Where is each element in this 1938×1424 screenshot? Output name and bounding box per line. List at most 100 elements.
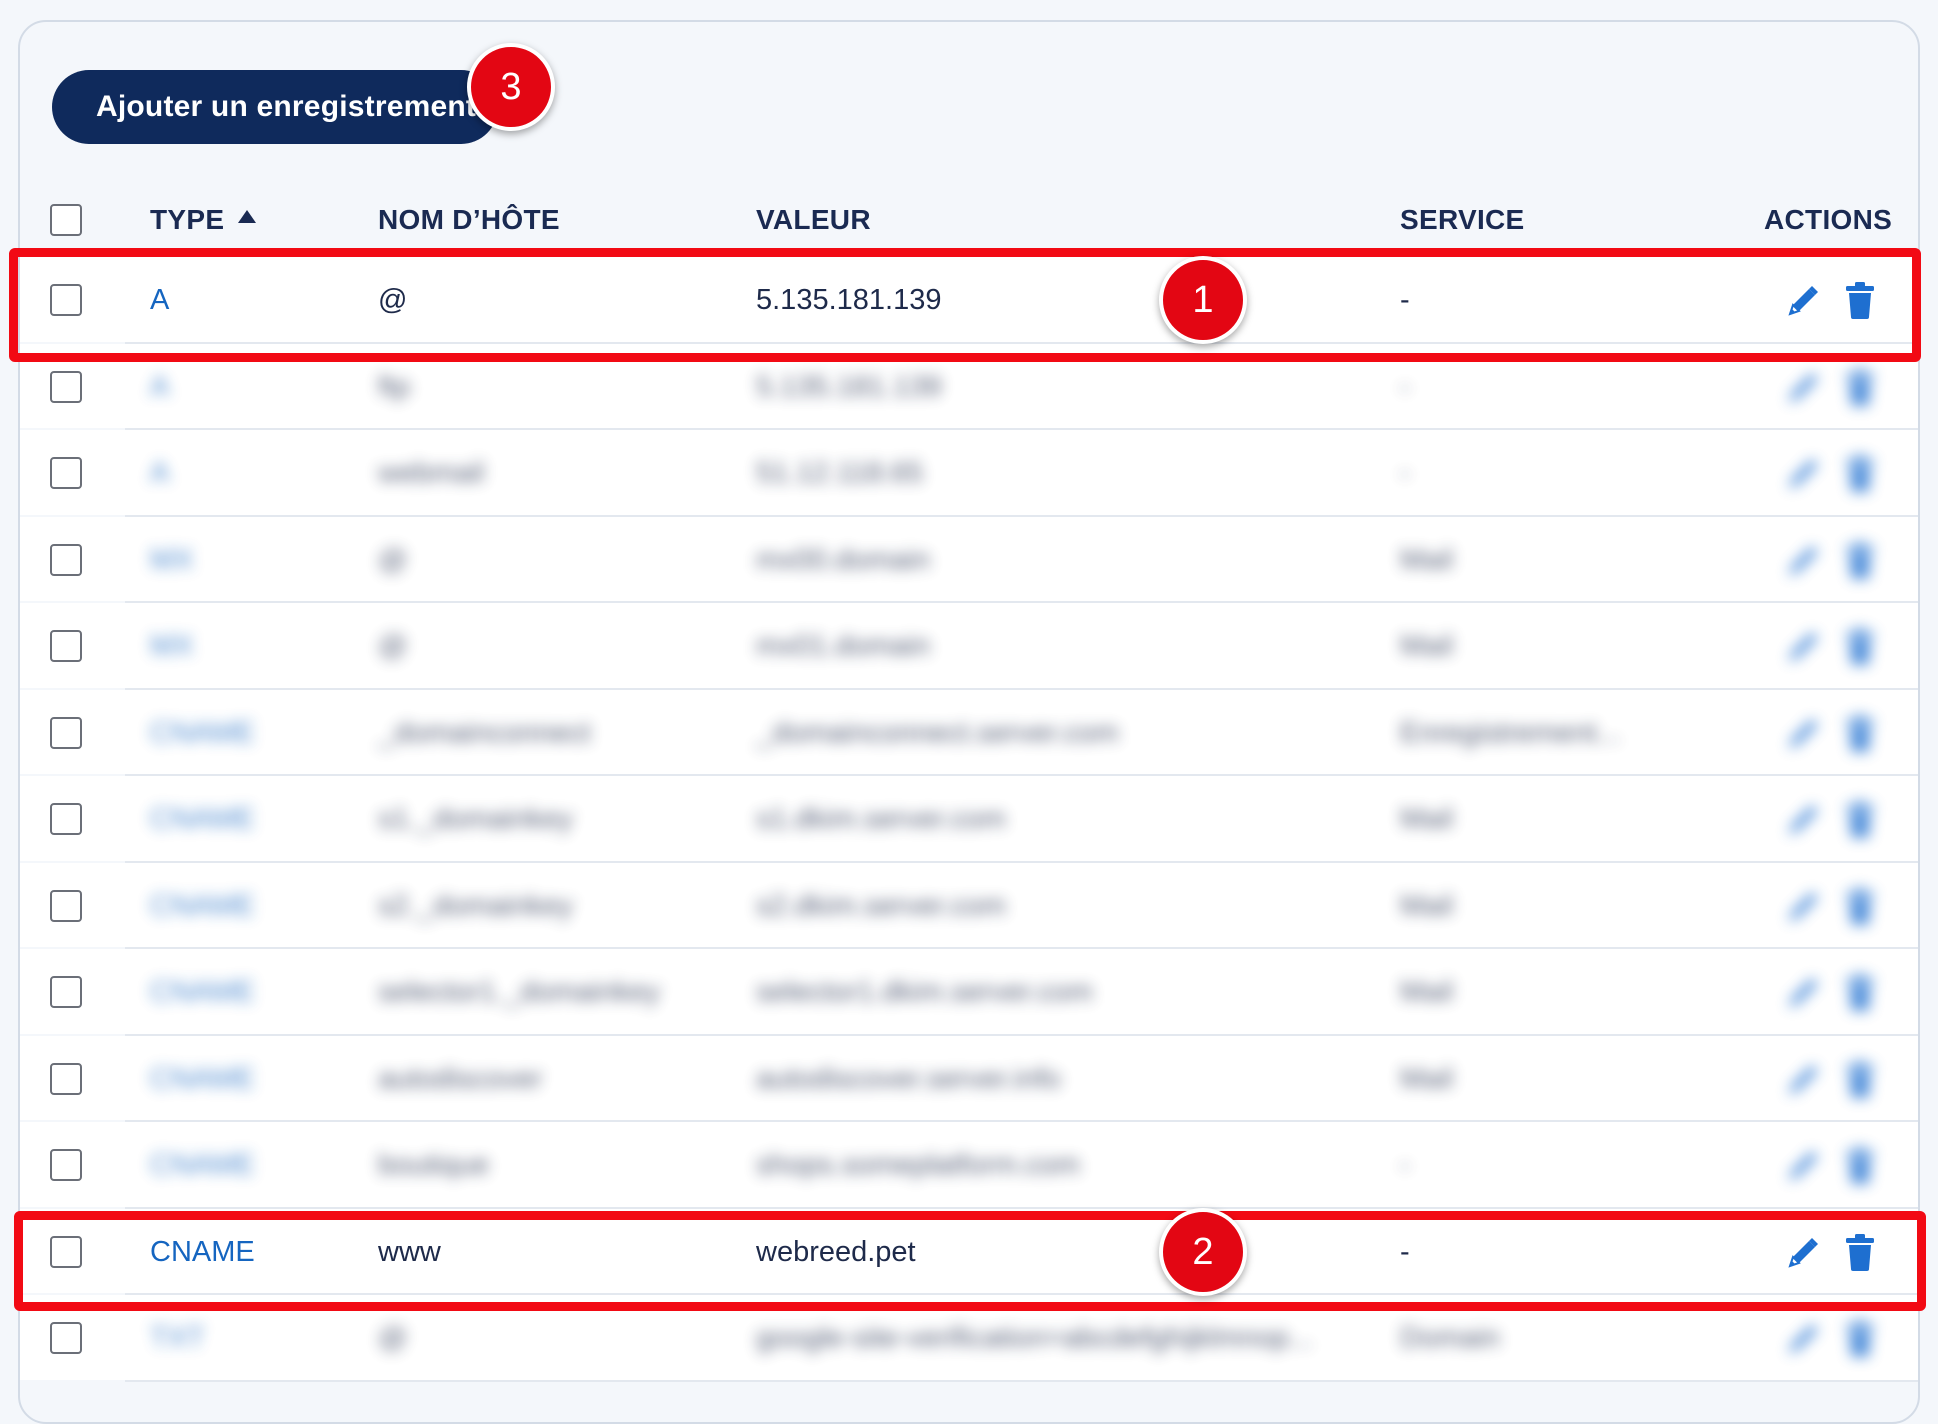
table-row: MX @ mx00.domain Mail [20,516,1918,603]
record-type: A [150,457,170,489]
record-service: Mail [1400,1062,1454,1095]
annotation-badge-1: 1 [1159,256,1247,344]
record-service: Mail [1400,889,1454,922]
row-actions [1784,625,1878,667]
record-type: A [150,370,170,403]
select-all-checkbox[interactable] [50,204,82,236]
record-type: CNAME [150,976,255,1008]
delete-trash-icon[interactable] [1842,1318,1878,1358]
table-row: MX @ mx01.domain Mail [20,603,1918,690]
record-value: 51.12.118.65 [756,457,924,489]
annotation-badge-3: 3 [467,43,555,131]
edit-pencil-icon[interactable] [1784,1059,1820,1099]
row-checkbox[interactable] [50,370,82,403]
edit-pencil-icon[interactable] [1784,367,1820,407]
record-service: Enregistrement... [1400,716,1621,749]
column-type-label: TYPE [150,204,225,235]
table-row: CNAME autodiscover autodiscover.server.inf… [20,1035,1918,1122]
record-type: CNAME [150,889,255,922]
record-host: autodiscover [378,1062,543,1095]
edit-pencil-icon[interactable] [1784,1145,1820,1185]
row-actions [1784,1317,1878,1359]
row-actions [1784,971,1878,1013]
record-service: - [1400,1235,1410,1268]
record-service: Mail [1400,630,1454,662]
column-service: SERVICE [1400,204,1525,235]
row-checkbox[interactable] [50,1322,82,1354]
column-type[interactable]: TYPE [150,204,257,236]
row-divider-gap [20,1379,125,1382]
edit-pencil-icon[interactable] [1784,799,1820,839]
edit-pencil-icon[interactable] [1784,626,1820,666]
row-checkbox[interactable] [50,1235,82,1268]
row-actions [1784,1144,1878,1186]
row-checkbox[interactable] [50,889,82,922]
delete-trash-icon[interactable] [1842,280,1878,320]
record-value: shops.someplatform.com [756,1149,1080,1181]
record-service: Mail [1400,803,1454,835]
edit-pencil-icon[interactable] [1784,540,1820,580]
edit-pencil-icon[interactable] [1784,1232,1820,1272]
record-value: google-site-verification=abcdefghijklmno… [756,1322,1313,1354]
delete-trash-icon[interactable] [1842,886,1878,926]
row-checkbox[interactable] [50,716,82,749]
record-type: TXT [150,1322,205,1354]
row-actions [1784,798,1878,840]
record-host: @ [378,630,408,662]
row-checkbox[interactable] [50,284,82,316]
row-checkbox[interactable] [50,976,82,1008]
sort-ascending-icon [238,210,257,223]
record-service: Mail [1400,543,1454,576]
edit-pencil-icon[interactable] [1784,453,1820,493]
edit-pencil-icon[interactable] [1784,280,1820,320]
row-checkbox[interactable] [50,630,82,662]
record-host: @ [378,284,408,316]
record-host: @ [378,1322,408,1354]
delete-trash-icon[interactable] [1842,367,1878,407]
row-checkbox[interactable] [50,1149,82,1181]
row-actions [1784,452,1878,494]
record-service: - [1400,284,1410,316]
row-checkbox[interactable] [50,457,82,489]
edit-pencil-icon[interactable] [1784,972,1820,1012]
record-host: www [378,1235,441,1268]
row-checkbox[interactable] [50,543,82,576]
edit-pencil-icon[interactable] [1784,886,1820,926]
row-actions [1784,366,1878,408]
table-row: TXT @ google-site-verification=abcdefghijk… [20,1295,1918,1382]
row-actions [1784,539,1878,581]
edit-pencil-icon[interactable] [1784,1318,1820,1358]
row-actions [1784,1231,1878,1273]
row-actions [1784,885,1878,927]
delete-trash-icon[interactable] [1842,1145,1878,1185]
row-checkbox[interactable] [50,803,82,835]
row-checkbox[interactable] [50,1062,82,1095]
delete-trash-icon[interactable] [1842,626,1878,666]
table-row: CNAME selector1._domainkey selector1.dkim.… [20,949,1918,1036]
delete-trash-icon[interactable] [1842,799,1878,839]
record-value: mx01.domain [756,630,931,662]
delete-trash-icon[interactable] [1842,713,1878,753]
delete-trash-icon[interactable] [1842,1059,1878,1099]
table-row: Aftp 5.135.181.139 - [20,343,1918,430]
edit-pencil-icon[interactable] [1784,713,1820,753]
record-host: s2._domainkey [378,889,574,922]
record-service: - [1400,370,1410,403]
delete-trash-icon[interactable] [1842,540,1878,580]
record-type: MX [150,630,194,662]
column-host: NOM D’HÔTE [378,204,560,235]
add-record-button[interactable]: Ajouter un enregistrement [52,70,498,144]
record-type: MX [150,543,194,576]
record-host: boutique [378,1149,490,1181]
record-host: s1._domainkey [378,803,574,835]
record-value: 5.135.181.139 [756,284,942,316]
delete-trash-icon[interactable] [1842,453,1878,493]
records-table-body: A @5.135.181.139- Aftp 5.135.181.139- Awebma… [20,257,1918,1382]
delete-trash-icon[interactable] [1842,1232,1878,1272]
column-value: VALEUR [756,204,871,235]
record-value: selector1.dkim.server.com [756,976,1093,1008]
delete-trash-icon[interactable] [1842,972,1878,1012]
record-value: s1.dkim.server.com [756,803,1006,835]
table-row: CNAME boutique shops.someplatform.com - [20,1122,1918,1209]
record-type: CNAME [150,1149,255,1181]
